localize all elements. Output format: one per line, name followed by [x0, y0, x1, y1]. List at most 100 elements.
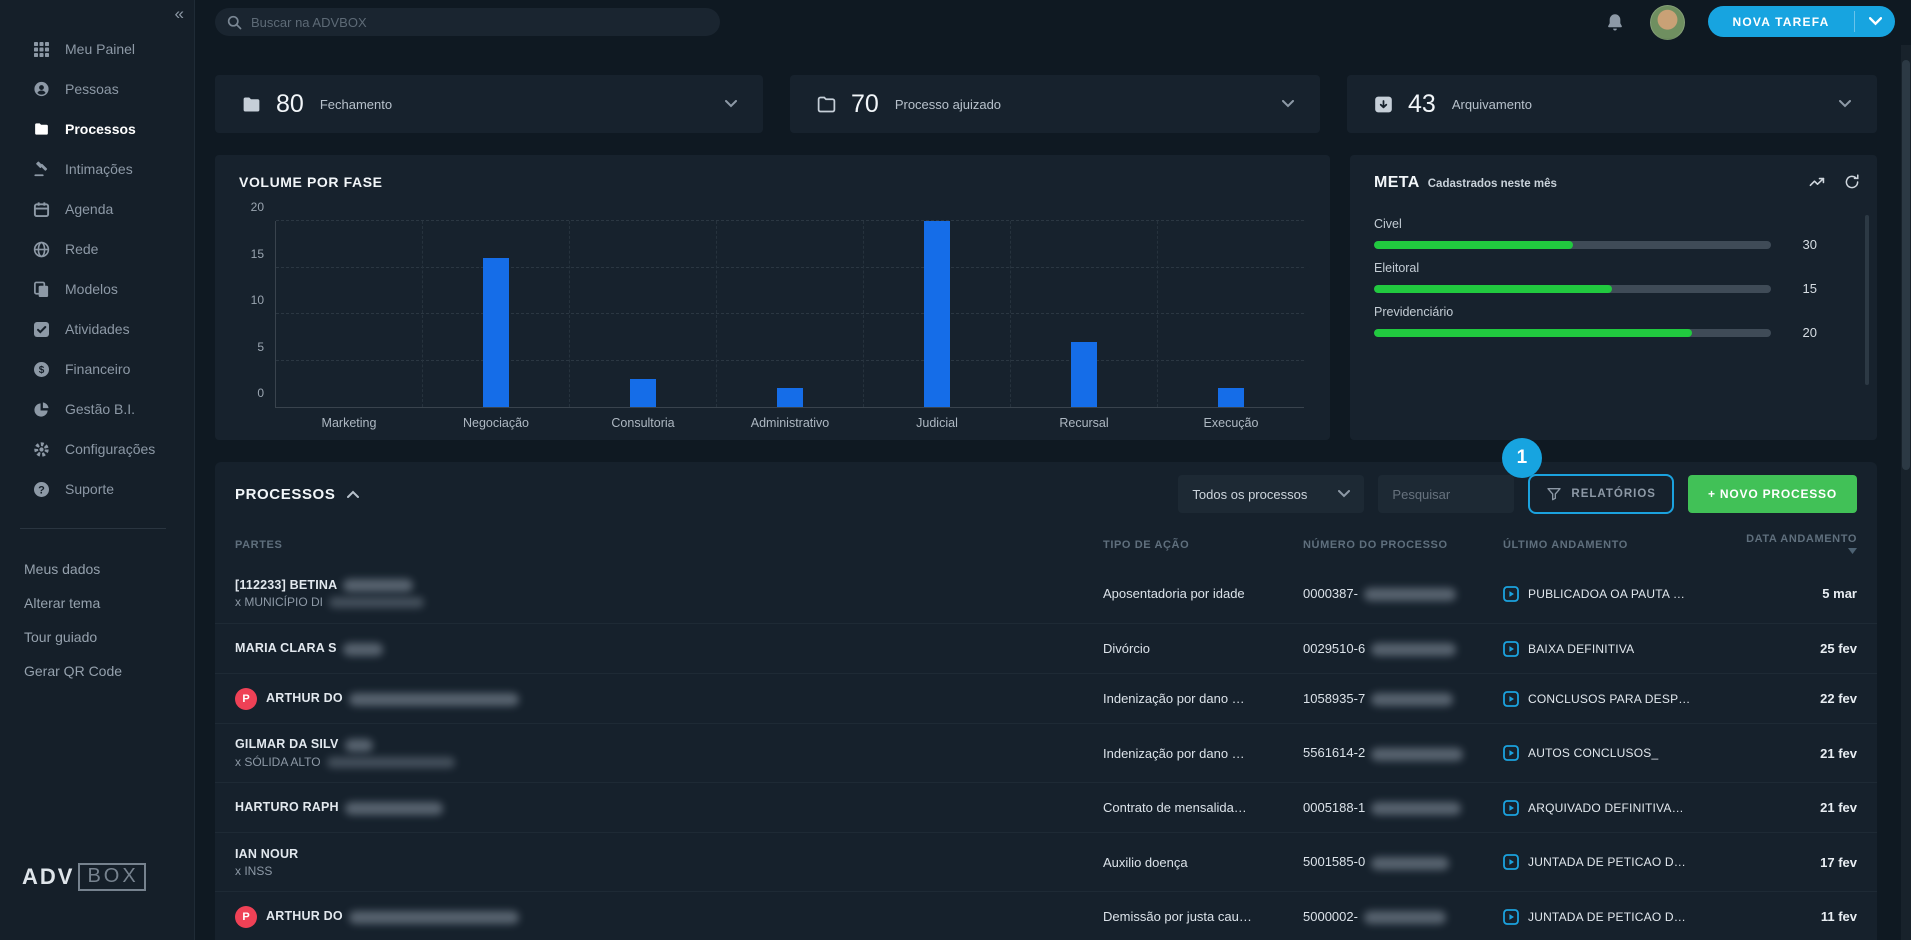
meta-title: META: [1374, 174, 1420, 192]
sidebar-item-intima-es[interactable]: Intimações: [0, 149, 194, 189]
chevron-down-icon[interactable]: [1282, 100, 1294, 108]
globe-icon: [33, 241, 50, 258]
archive-icon: [1373, 94, 1394, 115]
process-search[interactable]: [1378, 475, 1514, 513]
sidebar-item-agenda[interactable]: Agenda: [0, 189, 194, 229]
process-table-row[interactable]: PARTHUR DOIndenização por dano …1058935-…: [215, 673, 1877, 723]
process-filter-dropdown[interactable]: Todos os processos: [1178, 475, 1364, 513]
svg-text:?: ?: [38, 484, 45, 496]
sidebar-item-atividades[interactable]: Atividades: [0, 309, 194, 349]
stat-label: Processo ajuizado: [895, 97, 1001, 112]
processos-panel: PROCESSOS Todos os processos 1 RELATÓRIO…: [215, 462, 1877, 940]
process-table-row[interactable]: GILMAR DA SILVx SÓLIDA ALTOIndenização p…: [215, 723, 1877, 782]
logo-box-text: BOX: [78, 863, 145, 891]
last-movement-cell: BAIXA DEFINITIVA: [1503, 641, 1743, 657]
sidebar-item-rede[interactable]: Rede: [0, 229, 194, 269]
new-process-button[interactable]: + NOVO PROCESSO: [1688, 475, 1857, 513]
column-header-0: PARTES: [235, 539, 1103, 551]
sidebar-item-label: Rede: [65, 241, 98, 257]
process-table-row[interactable]: HARTURO RAPHContrato de mensalida…000518…: [215, 782, 1877, 832]
stat-value: 80: [276, 90, 304, 119]
new-task-button[interactable]: NOVA TAREFA: [1708, 6, 1895, 37]
sidebar-item-configura-es[interactable]: Configurações: [0, 429, 194, 469]
sidebar-item-processos[interactable]: Processos: [0, 109, 194, 149]
page-scrollbar-thumb[interactable]: [1902, 60, 1910, 470]
meta-card-header: META Cadastrados neste mês: [1374, 174, 1557, 192]
process-search-input[interactable]: [1392, 487, 1500, 502]
sidebar-item-financeiro[interactable]: $Financeiro: [0, 349, 194, 389]
bar-judicial[interactable]: [924, 221, 950, 407]
reports-button[interactable]: 1 RELATÓRIOS: [1528, 474, 1674, 514]
new-process-label: + NOVO PROCESSO: [1708, 487, 1837, 501]
pie-icon: [33, 401, 50, 418]
stat-card-fechamento[interactable]: 80Fechamento: [215, 75, 763, 133]
sidebar-links: Meus dadosAlterar temaTour guiadoGerar Q…: [0, 552, 194, 688]
sidebar-collapse-icon[interactable]: «: [175, 4, 184, 24]
sidebar-link-tour-guiado[interactable]: Tour guiado: [0, 620, 194, 654]
process-table-row[interactable]: IAN NOURx INSSAuxilio doença5001585-0JUN…: [215, 832, 1877, 891]
sort-descending-icon[interactable]: [1848, 545, 1857, 557]
stat-card-processo-ajuizado[interactable]: 70Processo ajuizado: [790, 75, 1320, 133]
partes-cell: HARTURO RAPH: [235, 800, 1103, 814]
bar-administrativo[interactable]: [777, 388, 803, 407]
sidebar-item-suporte[interactable]: ?Suporte: [0, 469, 194, 509]
movement-date-cell: 5 mar: [1743, 586, 1857, 601]
goal-progress-fill: [1374, 241, 1573, 249]
action-type-cell: Demissão por justa cau…: [1103, 909, 1303, 924]
chevron-down-icon[interactable]: [725, 100, 737, 108]
folder-icon: [33, 121, 50, 138]
process-table-row[interactable]: MARIA CLARA SDivórcio0029510-6BAIXA DEFI…: [215, 623, 1877, 673]
process-number-cell: 0000387-: [1303, 586, 1503, 601]
notifications-bell-icon[interactable]: [1604, 12, 1626, 34]
stat-card-arquivamento[interactable]: 43Arquivamento: [1347, 75, 1877, 133]
party-badge: P: [235, 906, 257, 928]
action-type-cell: Divórcio: [1103, 641, 1303, 656]
meta-goal-eleitoral: Eleitoral15: [1374, 261, 1817, 296]
chevron-down-icon: [1338, 490, 1350, 498]
goal-value: 20: [1787, 325, 1817, 340]
page-scrollbar[interactable]: [1901, 45, 1911, 940]
action-type-cell: Indenização por dano …: [1103, 691, 1303, 706]
sidebar-item-label: Modelos: [65, 281, 118, 297]
global-search-input[interactable]: [251, 15, 708, 30]
sidebar-item-meu-painel[interactable]: Meu Painel: [0, 29, 194, 69]
sidebar-link-alterar-tema[interactable]: Alterar tema: [0, 586, 194, 620]
sidebar-item-pessoas[interactable]: Pessoas: [0, 69, 194, 109]
bar-negociação[interactable]: [483, 258, 509, 407]
new-task-chevron-down-icon[interactable]: [1855, 6, 1895, 37]
y-axis-tick-15: 15: [251, 247, 264, 261]
bar-execução[interactable]: [1218, 388, 1244, 407]
goal-progress-track: [1374, 285, 1771, 293]
refresh-icon[interactable]: [1843, 173, 1861, 192]
column-header-1: TIPO DE AÇÃO: [1103, 539, 1303, 551]
goal-progress-fill: [1374, 329, 1692, 337]
processos-section-toggle[interactable]: PROCESSOS: [235, 486, 359, 503]
party-name: MARIA CLARA S: [235, 641, 383, 655]
process-table-body: [112233] BETINAx MUNICÍPIO DIAposentador…: [215, 564, 1877, 940]
party-name: IAN NOUR: [235, 847, 298, 861]
process-number-cell: 0005188-1: [1303, 800, 1503, 815]
column-header-4[interactable]: DATA ANDAMENTO: [1743, 533, 1857, 557]
process-table-row[interactable]: PARTHUR DODemissão por justa cau…5000002…: [215, 891, 1877, 940]
sidebar-link-meus-dados[interactable]: Meus dados: [0, 552, 194, 586]
chevron-down-icon[interactable]: [1839, 100, 1851, 108]
goal-value: 15: [1787, 281, 1817, 296]
partes-cell: [112233] BETINAx MUNICÍPIO DI: [235, 578, 1103, 609]
process-table-row[interactable]: [112233] BETINAx MUNICÍPIO DIAposentador…: [215, 564, 1877, 623]
sidebar-item-label: Gestão B.I.: [65, 401, 135, 417]
bar-recursal[interactable]: [1071, 342, 1097, 407]
global-search[interactable]: [215, 8, 720, 36]
user-avatar[interactable]: [1650, 5, 1685, 40]
sidebar-link-gerar-qr-code[interactable]: Gerar QR Code: [0, 654, 194, 688]
sidebar-item-gest-o-b-i-[interactable]: Gestão B.I.: [0, 389, 194, 429]
bar-consultoria[interactable]: [630, 379, 656, 407]
chart-column-recursal: Recursal: [1010, 221, 1157, 407]
movement-text: AUTOS CONCLUSOS_: [1528, 746, 1658, 760]
trend-chart-icon[interactable]: [1808, 173, 1827, 192]
sidebar-item-modelos[interactable]: Modelos: [0, 269, 194, 309]
movement-text: JUNTADA DE PETICAO D…: [1528, 855, 1686, 869]
sidebar-divider: [20, 528, 166, 529]
meta-card-scrollbar[interactable]: [1865, 215, 1869, 385]
movement-play-icon: [1503, 641, 1519, 657]
sidebar-nav: Meu PainelPessoasProcessosIntimaçõesAgen…: [0, 29, 194, 509]
